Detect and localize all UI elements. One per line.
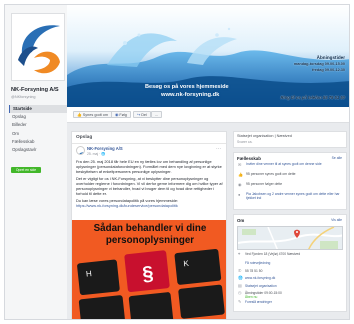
post-author[interactable]: NK-Forsyning A/S (87, 146, 123, 151)
share-label: Del (141, 113, 147, 117)
follow-label: Følg (119, 113, 127, 117)
followers-count-text: 95 personer følger dette (246, 182, 283, 186)
page-category-card: Statsejet organisation | Næstved Svarer … (233, 131, 347, 148)
nav-item-faellesskab[interactable]: Fællesskab (9, 138, 67, 146)
about-see-all-link[interactable]: Vis alle (331, 218, 342, 222)
followers-count-row: ◉ 95 personer følger dette (237, 182, 343, 191)
suggest-edits-link: Foreslå ændringer (245, 300, 272, 305)
thumbs-up-icon: 👍 (77, 113, 82, 117)
about-card: Om Vis alle ⌖ Ved Fjorden 18 (Vejlø) 4700… (233, 214, 347, 312)
rss-icon: ◉ (115, 113, 119, 117)
about-title: Om (237, 218, 245, 223)
post-paragraph: Du kan læse vores persondatapolitik på v… (76, 198, 224, 208)
clock-icon: ◷ (238, 291, 242, 296)
more-button[interactable]: ... (151, 111, 163, 118)
opening-hours-title: Åbningstider (316, 55, 345, 60)
response-status: Svarer ca. (237, 140, 253, 144)
cover-photo[interactable]: Åbningstider mandag-torsdag 09.00-15.00 … (67, 5, 349, 107)
like-label: Synes godt om (82, 113, 109, 117)
likes-count-row: 👍 95 personer synes godt om dette (237, 172, 343, 181)
nk-forsyning-logo (18, 25, 60, 74)
page-handle[interactable]: @NKforsyning (11, 95, 36, 99)
share-button[interactable]: ↪Del (133, 111, 151, 118)
page-category[interactable]: Statsejet organisation | Næstved (237, 134, 343, 138)
post-link[interactable]: https://www.nk-forsyning.dk/kundeservice… (76, 203, 178, 208)
nav-item-startside[interactable]: Startside (9, 105, 67, 114)
globe-icon: 🌐 (238, 276, 243, 281)
create-page-button[interactable]: Opret en side (11, 167, 41, 173)
invite-friends-row[interactable]: ✉ Inviter dine venner til at synes godt o… (237, 162, 343, 171)
cover-website: www.nk-forsyning.dk (161, 92, 220, 98)
feed-header: Opslag (72, 132, 226, 144)
globe-icon: 🌐 (101, 151, 106, 156)
posts-feed: Opslag NK-Forsyning A/S 25. maj · 🌐 ··· … (71, 131, 227, 319)
follow-icon: ◉ (238, 181, 242, 187)
community-card: Fællesskab Se alle ✉ Inviter dine venner … (233, 152, 347, 210)
page-name: NK-Forsyning A/S (11, 87, 59, 93)
post-author-avatar[interactable] (76, 146, 85, 155)
follow-button[interactable]: ◉Følg (111, 111, 131, 118)
thumbs-up-icon: 👍 (238, 171, 243, 177)
post-body: Fra den 25. maj 2018 får hele EU en ny f… (76, 159, 224, 210)
friends-like-text: Pia Jakobsen og 2 andre venner synes god… (246, 192, 340, 201)
post-paragraph: Fra den 25. maj 2018 får hele EU en ny f… (76, 159, 222, 174)
opening-hours-line-1: mandag-torsdag 09.00-15.00 (293, 62, 345, 66)
directions-link: Få rutevejledning (245, 261, 271, 265)
post-time-text: 25. maj · (87, 151, 102, 156)
friends-like-row[interactable]: ● Pia Jakobsen og 2 andre venner synes go… (237, 192, 343, 201)
nav-item-om[interactable]: Om (9, 130, 67, 138)
cover-phone: Ring til os på telefon 55 78 51 50 (280, 95, 345, 100)
logo-avatar-icon (79, 152, 84, 154)
invite-text: Inviter dine venner til at synes godt om… (246, 162, 322, 166)
page-profile-picture[interactable] (11, 13, 65, 81)
post-options-icon[interactable]: ··· (216, 146, 221, 152)
location-icon: ⌖ (238, 252, 241, 256)
phone-text: 55 78 51 50 (245, 268, 263, 273)
svg-text:§: § (141, 263, 154, 286)
facebook-page-frame: NK-Forsyning A/S @NKforsyning Startside … (4, 4, 350, 320)
suggest-edits-row[interactable]: ✎ Foreslå ændringer (237, 300, 343, 309)
svg-text:H: H (86, 269, 93, 279)
share-icon: ↪ (137, 113, 141, 117)
like-button[interactable]: 👍Synes godt om (73, 111, 113, 118)
website-link: www.nk-forsyning.dk (245, 276, 276, 281)
nav-item-billeder[interactable]: Billeder (9, 121, 67, 129)
address-text: Ved Fjorden 18 (Vejlø) 4700 Næstved (245, 252, 301, 256)
open-now-text: Åben nu (245, 295, 258, 300)
page-action-bar: 👍Synes godt om ◉Følg ↪Del ... (67, 107, 349, 123)
right-sidebar: Statsejet organisation | Næstved Svarer … (233, 131, 347, 316)
tag-icon: ▤ (238, 283, 242, 288)
opening-hours-line-2: fredag 09.00-12.30 (312, 68, 345, 72)
category-link: Statsejet organisation (245, 283, 277, 288)
more-label: ... (155, 113, 159, 117)
map-image (238, 227, 342, 249)
community-see-all-link[interactable]: Se alle (332, 156, 342, 160)
invite-icon: ✉ (238, 161, 242, 167)
pencil-icon: ✎ (238, 300, 242, 305)
post-paragraph: Det er vigtigt for os i NK-Forsyning, at… (76, 176, 223, 196)
likes-count-text: 95 personer synes godt om dette (246, 172, 296, 176)
post-image[interactable]: Sådan behandler vi dine personoplysninge… (72, 220, 226, 319)
community-title: Fællesskab (237, 156, 261, 161)
location-map[interactable] (237, 226, 343, 250)
nav-item-opslagstavle[interactable]: Opslagstavlr (9, 146, 67, 154)
post-timestamp[interactable]: 25. maj · 🌐 (87, 152, 105, 156)
phone-icon: ✆ (238, 268, 242, 273)
nav-item-opslag[interactable]: Opslag (9, 113, 67, 121)
cover-tagline: Besøg os på vores hjemmeside (145, 84, 229, 90)
friends-icon: ● (238, 191, 241, 197)
page-navigation: Startside Opslag Billeder Om Fællesskab … (9, 105, 67, 154)
keyboard-image: H § K (77, 248, 225, 319)
left-sidebar: NK-Forsyning A/S @NKforsyning Startside … (5, 5, 67, 319)
